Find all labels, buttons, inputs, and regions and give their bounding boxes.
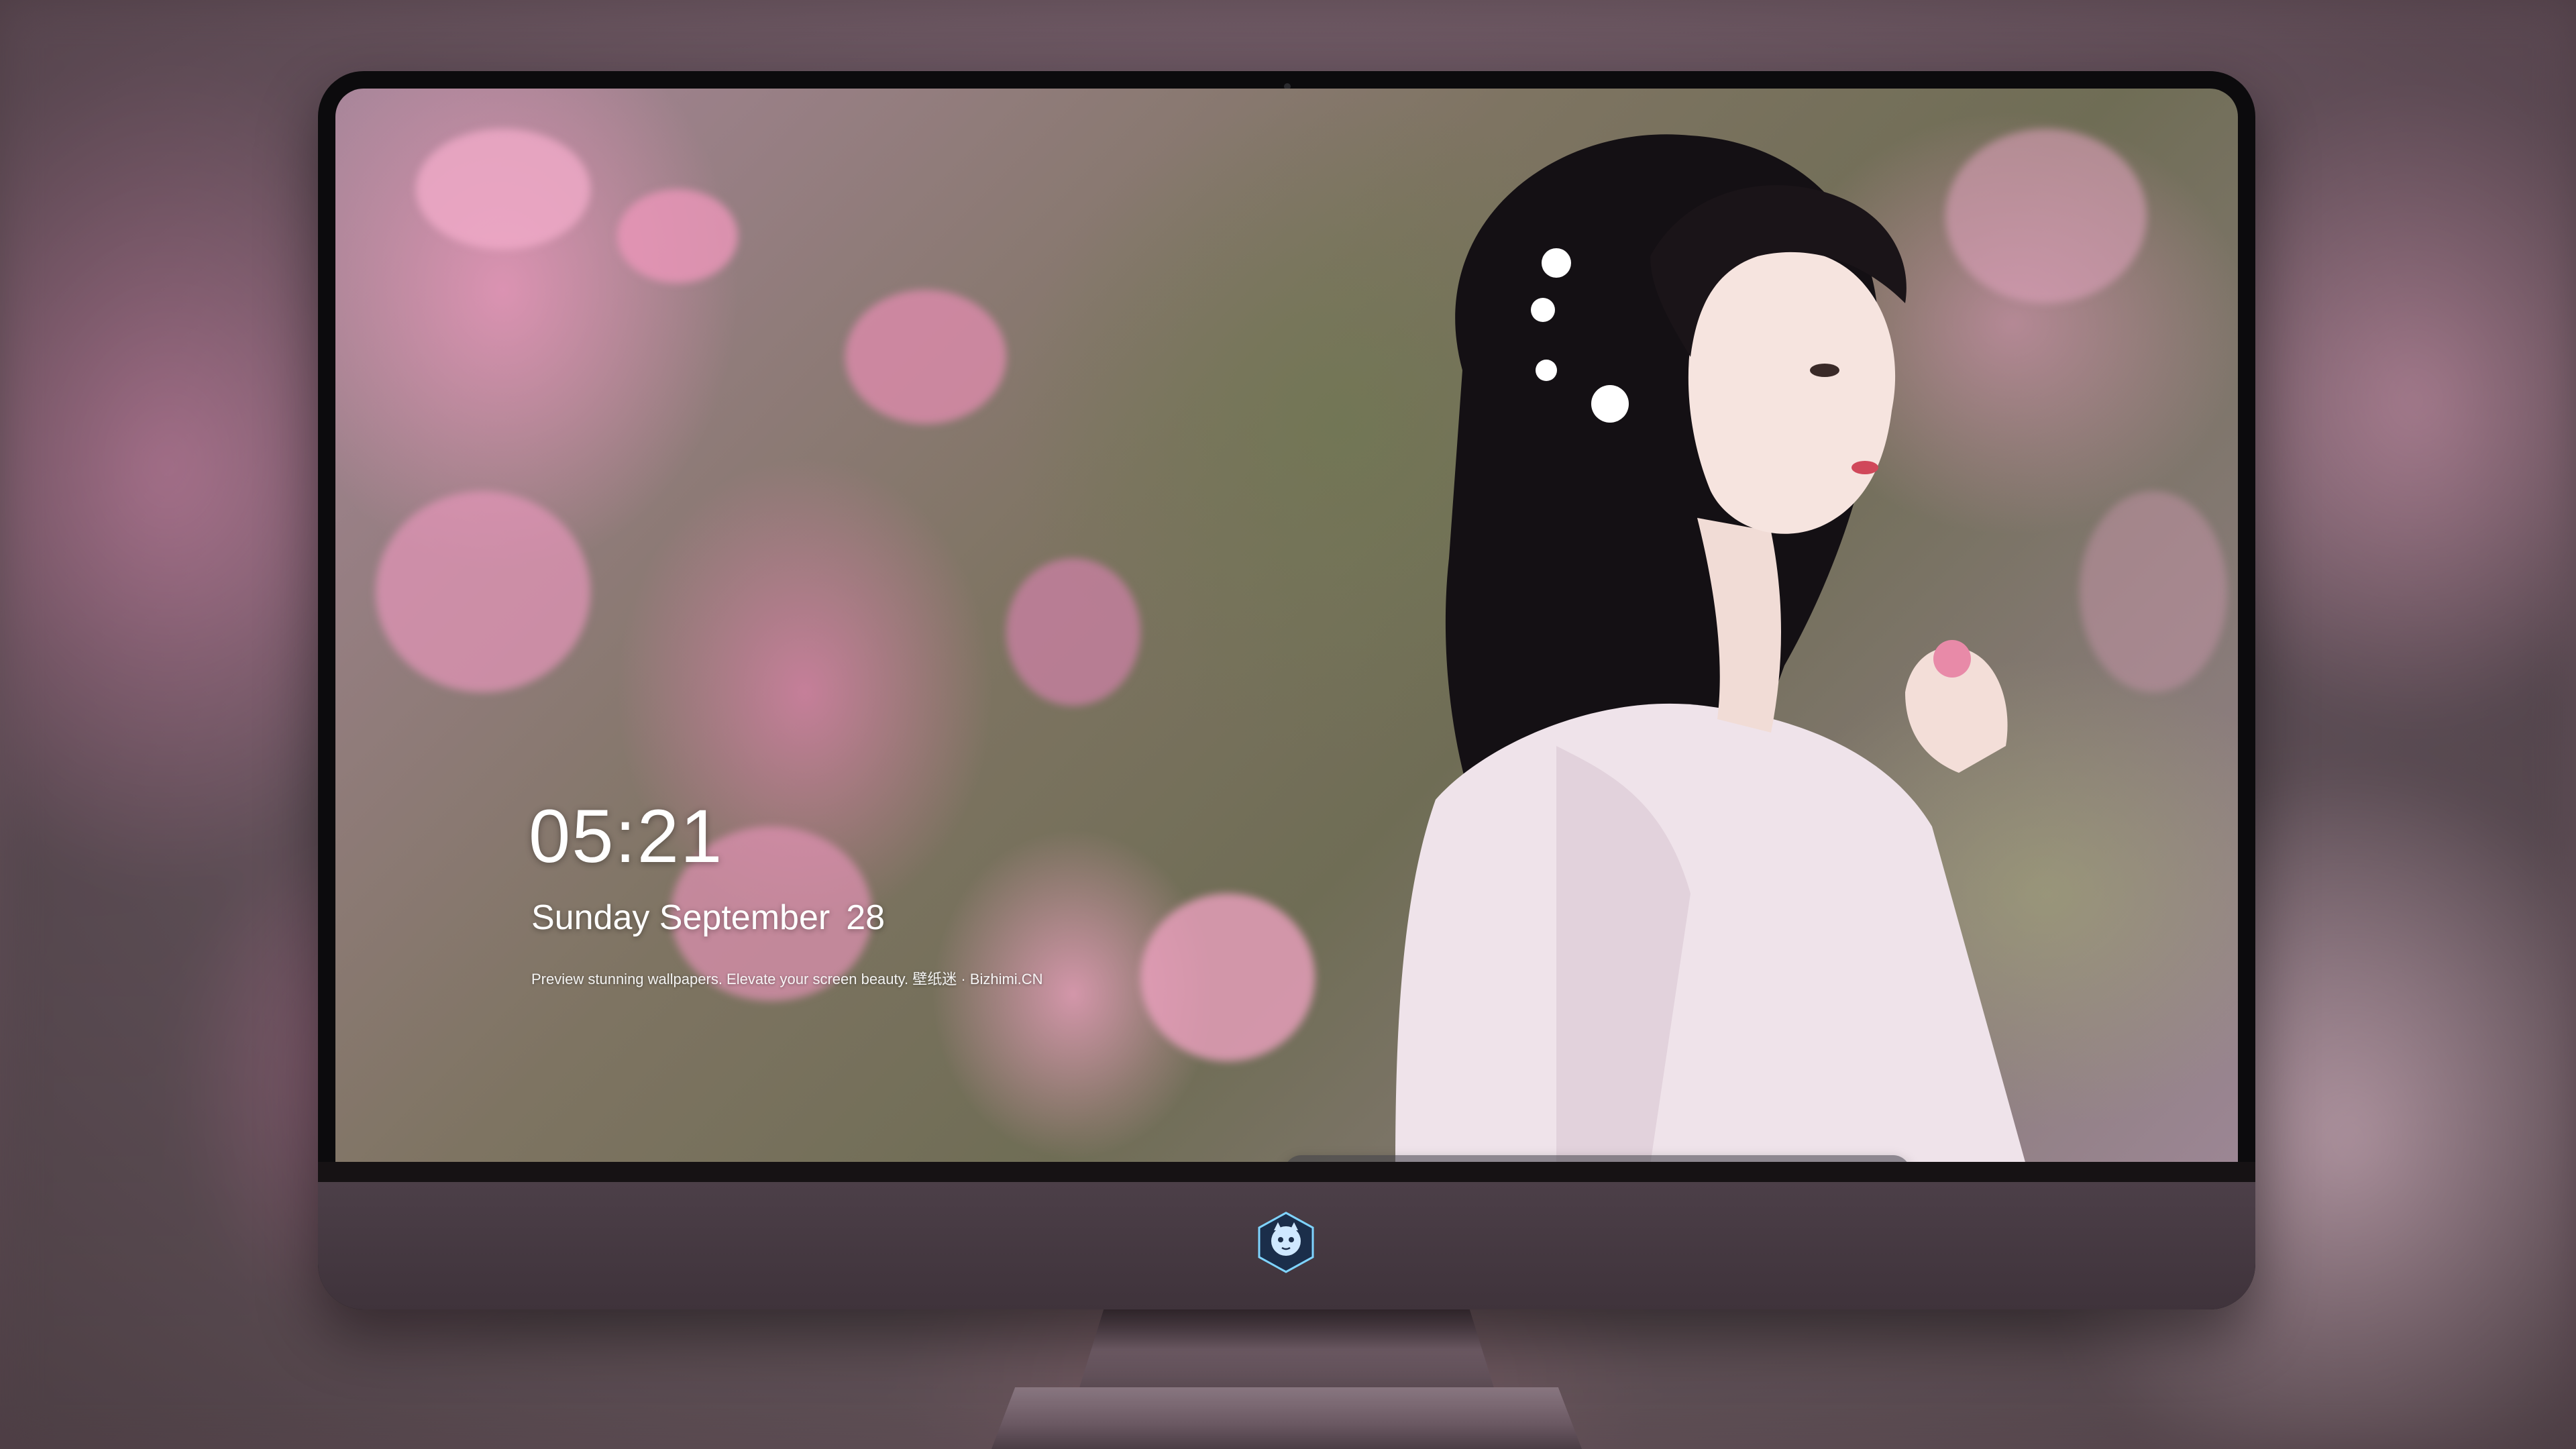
date-weekday-month: Sunday September (531, 898, 830, 937)
blossom-bokeh (1006, 558, 1140, 706)
wallpaper-tagline: Preview stunning wallpapers. Elevate you… (531, 971, 1043, 987)
mascot-logo-icon (1258, 1212, 1314, 1273)
portrait-figure (1395, 134, 2026, 1165)
monitor: 05:21 Sunday September 28 Preview stunnin… (318, 71, 2255, 1309)
blossom-bokeh (845, 290, 1006, 424)
lock-screen-clock: 05:21 (529, 794, 724, 878)
screen: 05:21 Sunday September 28 Preview stunnin… (335, 89, 2238, 1165)
blossom-bokeh (2080, 491, 2227, 692)
blossom-bokeh (376, 491, 590, 692)
blossom-bokeh (416, 129, 590, 250)
monitor-stand-base (991, 1387, 1582, 1449)
lock-screen-date: Sunday September 28 (531, 898, 885, 938)
date-day: 28 (846, 898, 885, 937)
blossom-bokeh (617, 189, 738, 283)
monitor-stand-neck (1079, 1309, 1495, 1390)
bezel-bottom-edge (318, 1162, 2255, 1182)
